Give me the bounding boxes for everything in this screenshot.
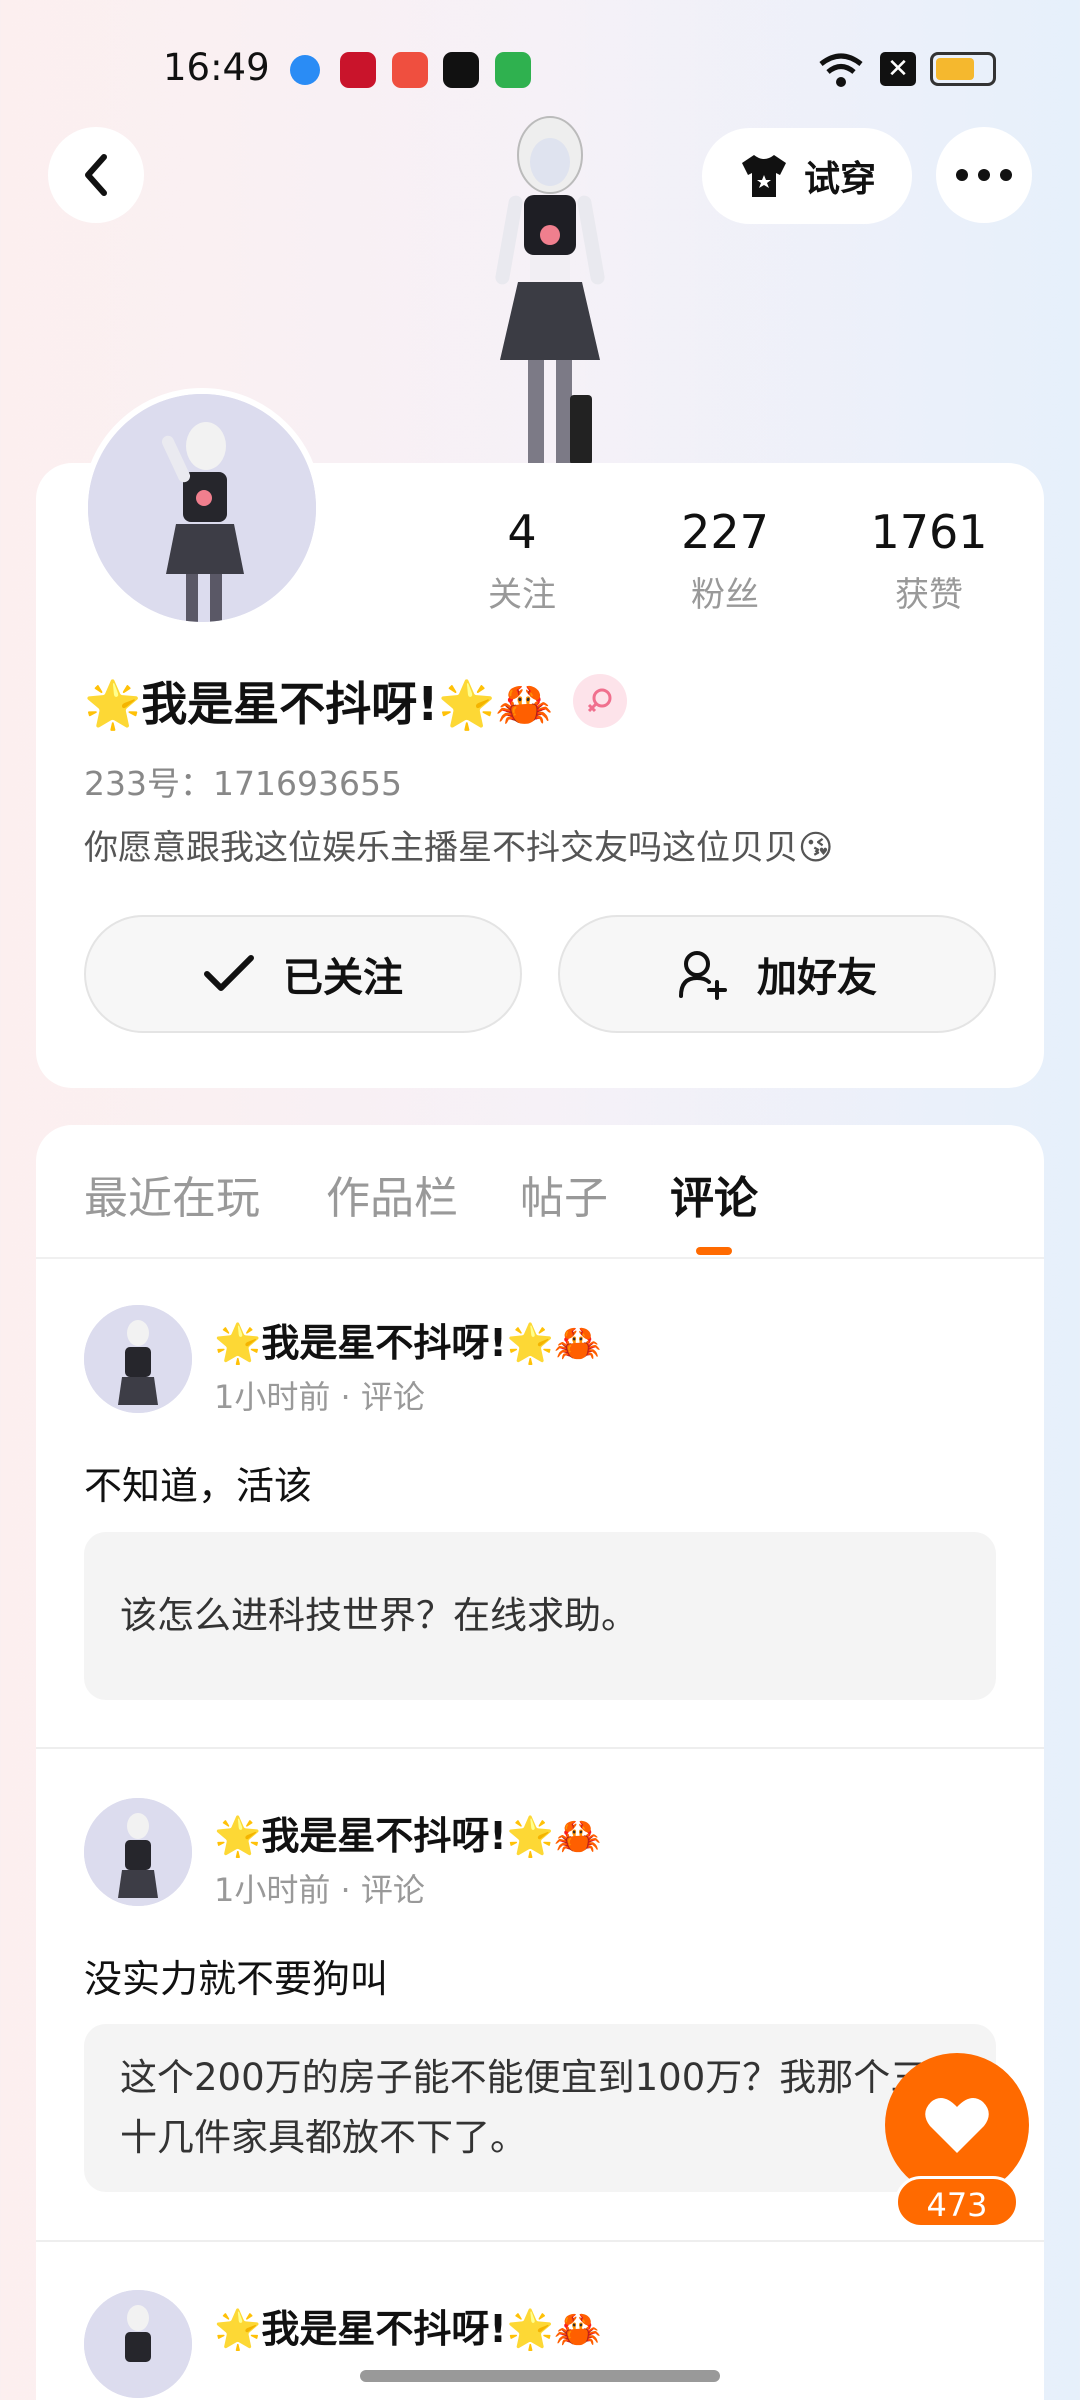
comment-author[interactable]: 🌟我是星不抖呀!🌟🦀	[214, 1805, 601, 1860]
checkmark-icon	[204, 955, 254, 991]
security-app-icon	[495, 52, 531, 88]
stat-followers-label: 粉丝	[691, 575, 759, 615]
no-sim-icon: ✕	[880, 52, 916, 86]
comment-meta: 1小时前 · 评论	[214, 1871, 425, 1909]
hero-avatar-figure	[495, 116, 605, 465]
comment-divider	[36, 1747, 1044, 1749]
wifi-icon	[819, 53, 863, 87]
quoted-post[interactable]: 该怎么进科技世界？在线求助。	[84, 1532, 996, 1700]
tabs-divider	[36, 1257, 1044, 1259]
tshirt-icon	[741, 155, 786, 197]
tiktok-icon	[443, 52, 479, 88]
music-app-icon	[392, 52, 428, 88]
home-indicator[interactable]	[360, 2370, 720, 2382]
comment-divider	[36, 2240, 1044, 2242]
heart-icon	[925, 2098, 989, 2153]
stat-following-count: 4	[507, 505, 537, 559]
stat-likes-label: 获赞	[895, 575, 963, 615]
quoted-post[interactable]: 这个200万的房子能不能便宜到100万？我那个三十几件家具都放不下了。	[84, 2024, 996, 2192]
comment-author[interactable]: 🌟我是星不抖呀!🌟🦀	[214, 2298, 601, 2353]
stat-following[interactable]: 4 关注	[442, 505, 602, 616]
tab-comments[interactable]: 评论	[670, 1162, 758, 1226]
chevron-left-icon	[85, 154, 107, 196]
comment-avatar[interactable]	[84, 1798, 192, 1906]
comment-avatar[interactable]	[84, 1305, 192, 1413]
user-bio: 你愿意跟我这位娱乐主播星不抖交友吗这位贝贝😘	[84, 828, 834, 868]
app-notification-icon	[290, 55, 320, 85]
user-id: 233号：171693655	[84, 764, 402, 803]
following-button-label: 已关注	[283, 955, 403, 1001]
comment-text: 不知道，活该	[84, 1464, 313, 1508]
quoted-post-text: 该怎么进科技世界？在线求助。	[120, 1594, 638, 1637]
add-friend-button-label: 加好友	[757, 955, 877, 1001]
tab-posts[interactable]: 帖子	[520, 1162, 608, 1226]
female-gender-icon	[572, 674, 627, 728]
profile-nickname: 🌟我是星不抖呀!🌟🦀	[84, 677, 553, 731]
try-on-button[interactable]: 试穿	[702, 128, 912, 224]
add-friend-button[interactable]: 加好友	[558, 915, 996, 1033]
battery-icon	[930, 52, 996, 86]
more-dots-icon	[956, 169, 1012, 181]
avatar[interactable]	[82, 388, 322, 628]
comment-meta: 1小时前 · 评论	[214, 1378, 425, 1416]
add-user-icon	[679, 951, 727, 1000]
like-count: 473	[895, 2176, 1019, 2228]
stat-followers[interactable]: 227 粉丝	[645, 505, 805, 616]
avatar-figure	[88, 394, 316, 622]
active-tab-indicator	[696, 1247, 732, 1255]
video-app-icon	[340, 52, 376, 88]
comment-author[interactable]: 🌟我是星不抖呀!🌟🦀	[214, 1312, 601, 1367]
back-button[interactable]	[48, 127, 144, 223]
status-time: 16:49	[163, 46, 270, 89]
quoted-post-text: 这个200万的房子能不能便宜到100万？我那个三十几件家具都放不下了。	[120, 2056, 928, 2159]
profile-nickname-row: 🌟我是星不抖呀!🌟🦀	[84, 668, 627, 734]
stat-following-label: 关注	[488, 575, 556, 615]
comment-text: 没实力就不要狗叫	[84, 1957, 389, 2001]
stat-likes[interactable]: 1761 获赞	[849, 505, 1009, 616]
comment-avatar[interactable]	[84, 2290, 192, 2398]
following-button[interactable]: 已关注	[84, 915, 522, 1033]
tab-recently-played[interactable]: 最近在玩	[84, 1162, 260, 1226]
stat-likes-count: 1761	[870, 505, 988, 559]
tab-works[interactable]: 作品栏	[326, 1162, 458, 1226]
stat-followers-count: 227	[681, 505, 769, 559]
more-button[interactable]	[936, 127, 1032, 223]
try-on-label: 试穿	[803, 159, 876, 200]
